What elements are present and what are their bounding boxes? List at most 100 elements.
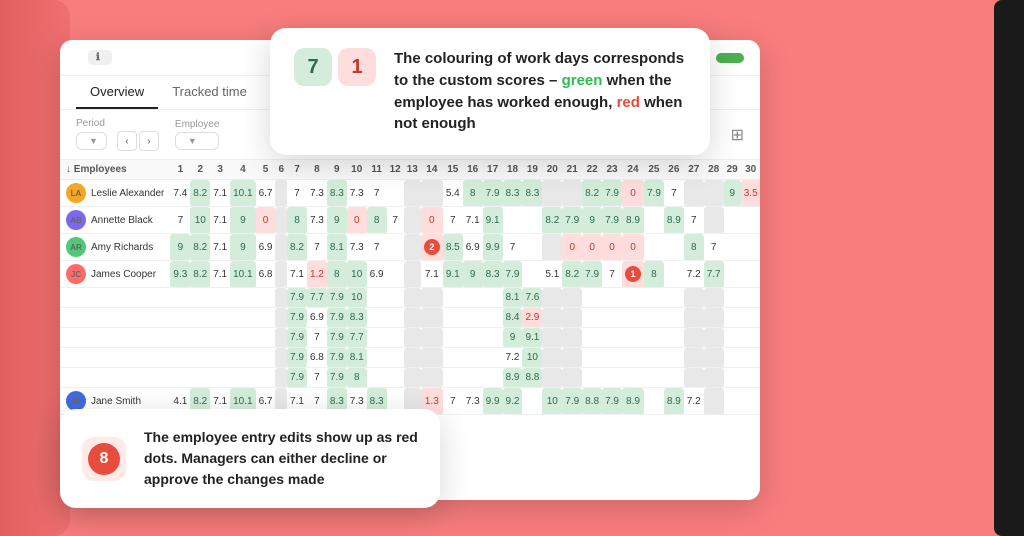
day-cell[interactable] (562, 328, 582, 348)
day-cell[interactable] (724, 207, 741, 234)
tab-tracked-time[interactable]: Tracked time (158, 76, 261, 109)
day-cell[interactable]: 7.9 (503, 261, 523, 288)
day-cell[interactable]: 6.8 (307, 348, 327, 368)
day-cell[interactable]: 8.2 (190, 261, 210, 288)
day-cell[interactable] (210, 348, 230, 368)
day-cell[interactable] (724, 348, 741, 368)
day-cell[interactable] (275, 180, 287, 207)
day-cell[interactable] (644, 288, 664, 308)
day-cell[interactable]: 7.9 (287, 288, 307, 308)
day-cell[interactable] (522, 234, 542, 261)
day-cell[interactable]: 10 (347, 261, 367, 288)
day-cell[interactable] (741, 234, 760, 261)
day-cell[interactable]: 9 (582, 207, 602, 234)
day-cell[interactable]: 7.9 (327, 308, 347, 328)
day-cell[interactable] (483, 288, 503, 308)
day-cell[interactable] (542, 348, 562, 368)
day-cell[interactable]: 0 (582, 234, 602, 261)
day-cell[interactable] (664, 328, 684, 348)
day-cell[interactable] (443, 348, 463, 368)
day-cell[interactable]: 9 (230, 234, 255, 261)
day-cell[interactable]: 8.2 (287, 234, 307, 261)
day-cell[interactable] (387, 261, 404, 288)
day-cell[interactable]: 10 (522, 348, 542, 368)
day-cell[interactable]: 6.9 (463, 234, 483, 261)
day-cell[interactable]: 7.9 (602, 388, 622, 415)
day-cell[interactable]: 8.1 (347, 348, 367, 368)
day-cell[interactable]: 8.2 (190, 180, 210, 207)
day-cell[interactable]: 7 (170, 207, 190, 234)
day-cell[interactable]: 8 (367, 207, 387, 234)
day-cell[interactable]: 0 (602, 234, 622, 261)
day-cell[interactable]: 8.3 (503, 180, 523, 207)
day-cell[interactable]: 8.4 (503, 308, 523, 328)
day-cell[interactable] (367, 308, 387, 328)
day-cell[interactable] (367, 348, 387, 368)
day-cell[interactable] (443, 308, 463, 328)
day-cell[interactable] (741, 328, 760, 348)
day-cell[interactable] (542, 180, 562, 207)
day-cell[interactable] (664, 261, 684, 288)
day-cell[interactable] (404, 308, 421, 328)
day-cell[interactable] (404, 328, 421, 348)
day-cell[interactable]: 7.9 (602, 180, 622, 207)
day-cell[interactable]: 8.9 (622, 207, 644, 234)
day-cell[interactable]: 8.2 (190, 234, 210, 261)
day-cell[interactable] (582, 288, 602, 308)
day-cell[interactable] (542, 308, 562, 328)
day-cell[interactable] (387, 234, 404, 261)
day-cell[interactable]: 6.9 (307, 308, 327, 328)
day-cell[interactable]: 8.3 (347, 308, 367, 328)
day-cell[interactable] (562, 308, 582, 328)
day-cell[interactable]: 10.1 (230, 261, 255, 288)
day-cell[interactable] (230, 288, 255, 308)
day-cell[interactable] (602, 368, 622, 388)
day-cell[interactable]: 8 (347, 368, 367, 388)
day-cell[interactable]: 10 (190, 207, 210, 234)
day-cell[interactable]: 8 (684, 234, 704, 261)
green-action-button[interactable] (716, 53, 744, 63)
day-cell[interactable]: 6.8 (256, 261, 276, 288)
day-cell[interactable] (483, 368, 503, 388)
day-cell[interactable]: 1 (622, 261, 644, 288)
calendar-icon[interactable]: ⊞ (731, 125, 744, 145)
day-cell[interactable]: 7.9 (602, 207, 622, 234)
day-cell[interactable]: 10 (542, 388, 562, 415)
day-cell[interactable]: 8.1 (503, 288, 523, 308)
day-cell[interactable]: 8.2 (582, 180, 602, 207)
day-cell[interactable]: 9.1 (483, 207, 503, 234)
employee-input[interactable]: ▼ (175, 132, 219, 150)
day-cell[interactable] (664, 368, 684, 388)
day-cell[interactable]: 7 (443, 207, 463, 234)
day-cell[interactable]: 7.7 (704, 261, 724, 288)
day-cell[interactable] (443, 328, 463, 348)
day-cell[interactable]: 7 (307, 328, 327, 348)
day-cell[interactable]: 7.7 (347, 328, 367, 348)
day-cell[interactable]: 7.9 (327, 348, 347, 368)
day-cell[interactable]: 8 (327, 261, 347, 288)
day-cell[interactable] (190, 308, 210, 328)
day-cell[interactable] (421, 348, 443, 368)
day-cell[interactable] (664, 308, 684, 328)
day-cell[interactable] (704, 207, 724, 234)
day-cell[interactable] (684, 180, 704, 207)
day-cell[interactable] (190, 288, 210, 308)
day-cell[interactable] (387, 288, 404, 308)
day-cell[interactable] (582, 308, 602, 328)
day-cell[interactable]: 7.3 (307, 180, 327, 207)
day-cell[interactable] (256, 308, 276, 328)
day-cell[interactable] (602, 328, 622, 348)
day-cell[interactable] (170, 328, 190, 348)
day-cell[interactable]: 7 (503, 234, 523, 261)
day-cell[interactable] (522, 207, 542, 234)
day-cell[interactable] (463, 308, 483, 328)
day-cell[interactable]: 9.9 (483, 234, 503, 261)
day-cell[interactable] (421, 180, 443, 207)
day-cell[interactable] (483, 308, 503, 328)
day-cell[interactable]: 9 (327, 207, 347, 234)
day-cell[interactable]: 7 (684, 207, 704, 234)
day-cell[interactable]: 7.9 (644, 180, 664, 207)
day-cell[interactable] (387, 180, 404, 207)
day-cell[interactable]: 10 (347, 288, 367, 308)
day-cell[interactable]: 2.9 (522, 308, 542, 328)
